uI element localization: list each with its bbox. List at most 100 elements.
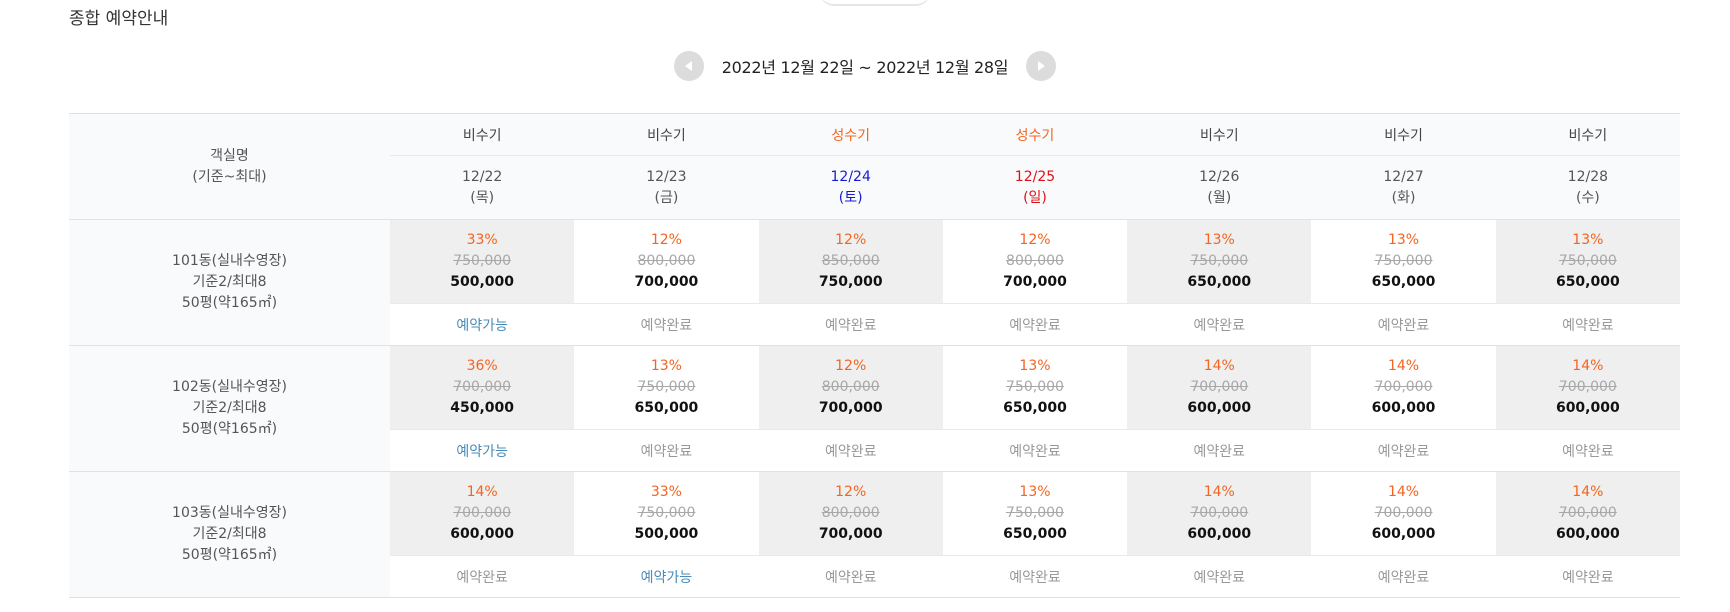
booked-status: 예약완료 bbox=[1127, 555, 1312, 598]
sale-price: 650,000 bbox=[634, 400, 699, 416]
discount-rate: 14% bbox=[466, 484, 498, 500]
original-price: 750,000 bbox=[1006, 505, 1064, 521]
sale-price: 600,000 bbox=[1555, 526, 1620, 542]
price-cell: 33% 750,000 500,000 bbox=[390, 219, 575, 304]
original-price: 750,000 bbox=[1558, 253, 1617, 269]
date-header: 12/24 (토) bbox=[758, 155, 943, 220]
weekday-label: (수) bbox=[1575, 189, 1600, 206]
discount-rate: 14% bbox=[1203, 484, 1235, 500]
sale-price: 750,000 bbox=[818, 274, 883, 290]
date-range: 2022년 12월 22일 ~ 2022년 12월 28일 bbox=[721, 58, 1009, 77]
price-cell: 12% 800,000 700,000 bbox=[942, 219, 1128, 304]
booked-status: 예약완료 bbox=[1127, 303, 1312, 346]
season-label: 비수기 bbox=[1127, 113, 1312, 156]
date-label: 12/26 bbox=[1199, 168, 1240, 185]
booked-status: 예약완료 bbox=[758, 555, 943, 598]
price-cell: 13% 750,000 650,000 bbox=[574, 345, 759, 430]
original-price: 800,000 bbox=[821, 505, 880, 521]
original-price: 700,000 bbox=[453, 505, 512, 521]
season-label: 비수기 bbox=[1311, 113, 1496, 156]
sale-price: 600,000 bbox=[1371, 526, 1436, 542]
discount-rate: 13% bbox=[650, 358, 682, 374]
season-row: 객실명 (기준~최대) 비수기 비수기 성수기 성수기 비수기 비수기 비수기 bbox=[69, 113, 1680, 220]
booked-status: 예약완료 bbox=[1127, 429, 1312, 472]
room-size: 50평(약165㎡) bbox=[181, 295, 278, 311]
book-available-link[interactable]: 예약가능 bbox=[390, 303, 575, 346]
sale-price: 500,000 bbox=[634, 526, 699, 542]
discount-rate: 13% bbox=[1019, 358, 1051, 374]
weekday-label: (목) bbox=[470, 189, 495, 206]
price-cell: 13% 750,000 650,000 bbox=[1311, 219, 1496, 304]
season-label: 성수기 bbox=[942, 113, 1128, 156]
sale-price: 650,000 bbox=[1187, 274, 1252, 290]
original-price: 800,000 bbox=[637, 253, 696, 269]
original-price: 700,000 bbox=[1190, 505, 1249, 521]
book-available-link[interactable]: 예약가능 bbox=[390, 429, 575, 472]
discount-rate: 13% bbox=[1203, 232, 1235, 248]
date-header: 12/22 (목) bbox=[390, 155, 575, 220]
date-header: 12/25 (일) bbox=[942, 155, 1128, 220]
discount-rate: 12% bbox=[650, 232, 682, 248]
original-price: 750,000 bbox=[637, 505, 696, 521]
booked-status: 예약완료 bbox=[758, 303, 943, 346]
price-cell: 12% 800,000 700,000 bbox=[758, 345, 943, 430]
room-size: 50평(약165㎡) bbox=[181, 421, 278, 437]
date-label: 12/25 bbox=[1014, 168, 1056, 185]
discount-rate: 14% bbox=[1572, 358, 1604, 374]
discount-rate: 14% bbox=[1387, 358, 1420, 374]
date-label: 12/24 bbox=[830, 168, 871, 185]
reservation-table: 객실명 (기준~최대) 비수기 비수기 성수기 성수기 비수기 비수기 비수기 12/22 (… bbox=[69, 113, 1680, 598]
booked-status: 예약완료 bbox=[1311, 429, 1496, 472]
price-cell: 14% 700,000 600,000 bbox=[1495, 471, 1680, 556]
sale-price: 650,000 bbox=[1555, 274, 1620, 290]
discount-rate: 12% bbox=[835, 232, 867, 248]
sale-price: 700,000 bbox=[818, 400, 883, 416]
date-header: 12/26 (월) bbox=[1127, 155, 1312, 220]
book-available-link[interactable]: 예약가능 bbox=[574, 555, 759, 598]
season-label: 비수기 bbox=[390, 113, 575, 156]
price-cell: 12% 850,000 750,000 bbox=[758, 219, 943, 304]
prev-week-button[interactable] bbox=[673, 51, 704, 81]
sale-price: 650,000 bbox=[1003, 526, 1067, 542]
booked-status: 예약완료 bbox=[1311, 303, 1496, 346]
weekday-label: (월) bbox=[1207, 189, 1232, 206]
date-label: 12/27 bbox=[1383, 168, 1424, 185]
sale-price: 600,000 bbox=[450, 526, 515, 542]
sale-price: 650,000 bbox=[1371, 274, 1436, 290]
room-name: 103동(실내수영장) bbox=[172, 505, 287, 521]
booked-status: 예약완료 bbox=[574, 429, 759, 472]
sale-price: 600,000 bbox=[1371, 400, 1436, 416]
original-price: 700,000 bbox=[1190, 379, 1249, 395]
room-price-row: 101동(실내수영장) 기준2/최대8 50평(약165㎡) 33% 750,000 50… bbox=[69, 219, 1680, 346]
price-cell: 12% 800,000 700,000 bbox=[758, 471, 943, 556]
discount-rate: 13% bbox=[1387, 232, 1420, 248]
booked-status: 예약완료 bbox=[1495, 555, 1680, 598]
booked-status: 예약완료 bbox=[942, 429, 1128, 472]
price-cell: 13% 750,000 650,000 bbox=[942, 345, 1128, 430]
discount-rate: 12% bbox=[835, 484, 867, 500]
date-label: 12/28 bbox=[1567, 168, 1609, 185]
discount-rate: 36% bbox=[466, 358, 498, 374]
weekday-label: (화) bbox=[1391, 189, 1416, 206]
booked-status: 예약완료 bbox=[758, 429, 943, 472]
sale-price: 500,000 bbox=[450, 274, 515, 290]
room-header-label: 객실명 bbox=[210, 147, 249, 164]
date-label: 12/22 bbox=[461, 168, 503, 185]
date-header: 12/27 (화) bbox=[1311, 155, 1496, 220]
discount-rate: 14% bbox=[1203, 358, 1235, 374]
original-price: 800,000 bbox=[821, 379, 880, 395]
next-week-button[interactable] bbox=[1026, 51, 1057, 81]
chevron-left-icon bbox=[684, 61, 692, 71]
date-header: 12/28 (수) bbox=[1495, 155, 1680, 220]
price-cell: 14% 700,000 600,000 bbox=[1495, 345, 1680, 430]
date-header: 12/23 (금) bbox=[574, 155, 759, 220]
price-cell: 13% 750,000 650,000 bbox=[1495, 219, 1680, 304]
booked-status: 예약완료 bbox=[390, 555, 575, 598]
sale-price: 700,000 bbox=[818, 526, 883, 542]
discount-rate: 13% bbox=[1019, 484, 1051, 500]
booked-status: 예약완료 bbox=[1495, 429, 1680, 472]
room-capacity: 기준2/최대8 bbox=[192, 400, 267, 416]
discount-rate: 12% bbox=[1019, 232, 1051, 248]
original-price: 750,000 bbox=[453, 253, 512, 269]
booked-status: 예약완료 bbox=[1495, 303, 1680, 346]
